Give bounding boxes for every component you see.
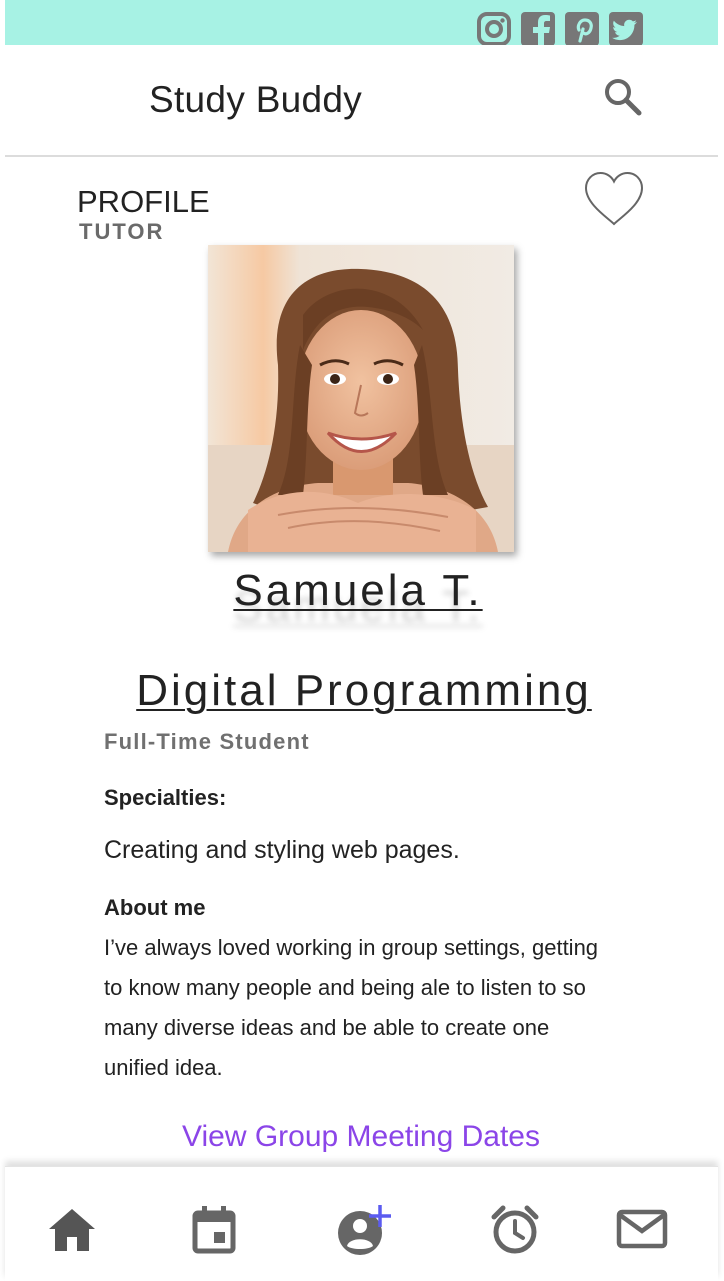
profile-photo (208, 245, 514, 552)
tutor-name[interactable]: Samuela T. (0, 566, 716, 616)
mail-icon[interactable] (615, 1203, 669, 1257)
facebook-icon[interactable] (520, 11, 556, 47)
about-heading: About me (104, 895, 206, 920)
search-icon[interactable] (601, 75, 645, 119)
instagram-icon[interactable] (476, 11, 512, 47)
subject-title[interactable]: Digital Programming (0, 666, 724, 716)
calendar-icon[interactable] (187, 1203, 241, 1257)
heart-outline-icon[interactable] (583, 170, 645, 230)
specialties-heading: Specialties: (104, 785, 227, 810)
pinterest-icon[interactable] (564, 11, 600, 47)
view-meeting-dates-link[interactable]: View Group Meeting Dates (182, 1120, 540, 1154)
profile-heading: PROFILE (77, 184, 210, 219)
specialties-text: Creating and styling web pages. (104, 836, 460, 864)
twitter-icon[interactable] (608, 11, 644, 47)
student-status: Full-Time Student (104, 729, 310, 754)
home-icon[interactable] (45, 1203, 99, 1257)
add-friend-icon[interactable] (335, 1203, 391, 1257)
bottom-nav (5, 1166, 718, 1281)
alarm-icon[interactable] (488, 1203, 542, 1257)
app-header: Study Buddy (5, 45, 718, 157)
role-label: TUTOR (79, 219, 165, 244)
social-media-bar (5, 0, 718, 47)
app-title: Study Buddy (149, 79, 363, 120)
about-text: I’ve always loved working in group setti… (104, 935, 599, 1080)
